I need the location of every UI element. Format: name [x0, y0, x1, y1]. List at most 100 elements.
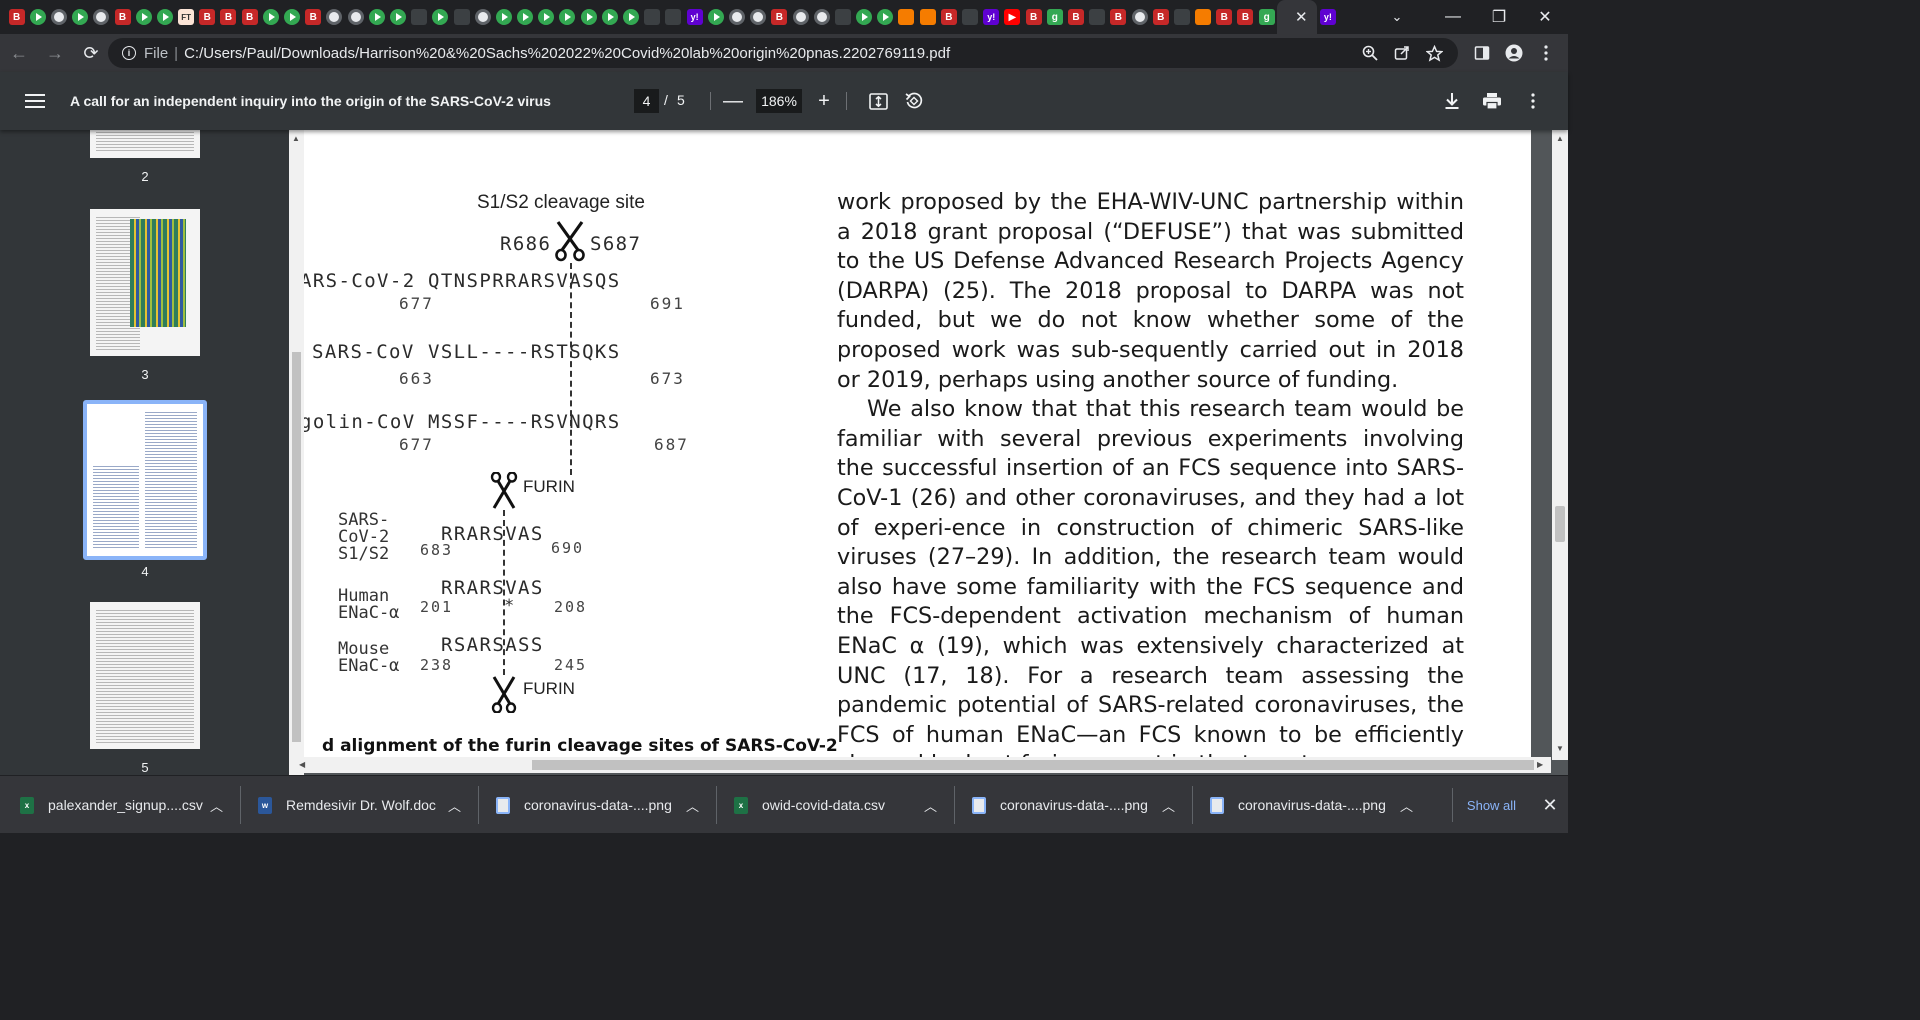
tab-favicon-bi-icon[interactable]: B: [8, 9, 25, 25]
tab-favicon-play-icon[interactable]: [517, 9, 534, 25]
tab-favicon-circ-icon[interactable]: [50, 9, 67, 25]
zoom-in-button[interactable]: +: [809, 86, 839, 116]
tab-favicon-dark-icon[interactable]: [1173, 9, 1190, 25]
fit-to-page-icon[interactable]: [863, 86, 893, 116]
thumbnail-page-3[interactable]: [90, 209, 200, 356]
tab-favicon-circ-icon[interactable]: [792, 9, 809, 25]
tab-favicon-circ-icon[interactable]: [813, 9, 830, 25]
chevron-up-icon[interactable]: ︿: [1162, 796, 1175, 815]
tab-favicon-bi-icon[interactable]: B: [771, 9, 788, 25]
tab-search-button[interactable]: ⌄: [1374, 9, 1420, 25]
tab-favicon-dark-icon[interactable]: [453, 9, 470, 25]
address-bar[interactable]: i File | C:/Users/Paul/Downloads/Harriso…: [108, 38, 1458, 68]
tab-favicon-circ-icon[interactable]: [474, 9, 491, 25]
tab-favicon-dark-icon[interactable]: [962, 9, 979, 25]
page-number-input[interactable]: 4: [634, 89, 659, 113]
download-item[interactable]: w Remdesivir Dr. Wolf.doc: [258, 776, 436, 834]
rotate-icon[interactable]: [899, 86, 929, 116]
active-tab[interactable]: ✕: [1277, 0, 1318, 34]
tab-favicon-play-icon[interactable]: [368, 9, 385, 25]
tab-favicon-bi-icon[interactable]: B: [114, 9, 131, 25]
side-panel-icon[interactable]: [1466, 38, 1498, 68]
tab-favicon-play-icon[interactable]: [495, 9, 512, 25]
tab-favicon-play-icon[interactable]: [580, 9, 597, 25]
share-icon[interactable]: [1386, 38, 1418, 68]
zoom-icon[interactable]: [1354, 38, 1386, 68]
forward-button[interactable]: →: [38, 36, 72, 70]
tab-favicon-circ-icon[interactable]: [1131, 9, 1148, 25]
tab-favicon-yahoo-icon[interactable]: y!: [983, 9, 1000, 25]
tab-favicon-play-icon[interactable]: [623, 9, 640, 25]
tab-favicon-play-icon[interactable]: [432, 9, 449, 25]
menu-icon[interactable]: [25, 90, 45, 112]
tab-favicon-play-icon[interactable]: [135, 9, 152, 25]
tab-favicon-bi-icon[interactable]: B: [1025, 9, 1042, 25]
download-item[interactable]: coronavirus-data-....png: [496, 776, 672, 834]
chevron-up-icon[interactable]: ︿: [210, 796, 223, 815]
browser-menu-icon[interactable]: [1530, 38, 1562, 68]
back-button[interactable]: ←: [2, 36, 36, 70]
profile-icon[interactable]: [1498, 38, 1530, 68]
zoom-level-input[interactable]: 186%: [756, 89, 802, 113]
more-actions-icon[interactable]: [1518, 86, 1548, 116]
inner-vertical-scrollbar[interactable]: ▲ ▼: [289, 130, 304, 775]
tab-favicon-play-icon[interactable]: [156, 9, 173, 25]
restore-button[interactable]: ❐: [1476, 0, 1522, 34]
download-icon[interactable]: [1437, 86, 1467, 116]
chevron-up-icon[interactable]: ︿: [686, 796, 699, 815]
tab-favicon-dark-icon[interactable]: [834, 9, 851, 25]
tab-favicon-dark-icon[interactable]: [644, 9, 661, 25]
bookmark-star-icon[interactable]: [1418, 38, 1450, 68]
reload-button[interactable]: ⟳: [74, 36, 108, 70]
close-downloads-button[interactable]: ✕: [1536, 790, 1564, 820]
tab-favicon-play-icon[interactable]: [262, 9, 279, 25]
close-window-button[interactable]: ✕: [1522, 0, 1568, 34]
download-item[interactable]: coronavirus-data-....png: [972, 776, 1148, 834]
tab-favicon-ft-icon[interactable]: FT: [178, 9, 195, 25]
tab-favicon-bi-icon[interactable]: B: [220, 9, 237, 25]
download-item[interactable]: coronavirus-data-....png: [1210, 776, 1386, 834]
tab-favicon-bi-icon[interactable]: B: [1110, 9, 1127, 25]
print-icon[interactable]: [1477, 86, 1507, 116]
chevron-up-icon[interactable]: ︿: [448, 796, 461, 815]
tab-favicon-bi-icon[interactable]: B: [241, 9, 258, 25]
tab-favicon-orange-icon[interactable]: [898, 9, 915, 25]
thumbnail-page-5[interactable]: [90, 602, 200, 749]
tab-favicon-bi-icon[interactable]: B: [1152, 9, 1169, 25]
tab-favicon-play-icon[interactable]: [707, 9, 724, 25]
tab-favicon-green-icon[interactable]: g: [1046, 9, 1063, 25]
tab-favicon-play-icon[interactable]: [877, 9, 894, 25]
tab-favicon-dark-icon[interactable]: [411, 9, 428, 25]
tab-favicon-circ-icon[interactable]: [326, 9, 343, 25]
info-icon[interactable]: i: [122, 46, 136, 60]
tab-favicon-green-icon[interactable]: g: [1258, 9, 1275, 25]
tab-favicon-play-icon[interactable]: [29, 9, 46, 25]
download-item[interactable]: x owid-covid-data.csv: [734, 776, 885, 834]
tab-favicon-yahoo-icon[interactable]: y!: [686, 9, 703, 25]
tab-favicon-play-icon[interactable]: [389, 9, 406, 25]
tab-favicon-play-icon[interactable]: [559, 9, 576, 25]
tab-favicon-bi-icon[interactable]: B: [940, 9, 957, 25]
tab-favicon-dark-icon[interactable]: [1089, 9, 1106, 25]
tab-favicon-bi-icon[interactable]: B: [1216, 9, 1233, 25]
zoom-out-button[interactable]: —: [718, 86, 748, 116]
tab-favicon-dark-icon[interactable]: [665, 9, 682, 25]
horizontal-scrollbar[interactable]: ◀ ▶: [289, 757, 1551, 773]
tab-favicon-orange-icon[interactable]: [1195, 9, 1212, 25]
minimize-button[interactable]: —: [1430, 0, 1476, 34]
thumbnail-page-4[interactable]: [87, 404, 203, 556]
url-text[interactable]: C:/Users/Paul/Downloads/Harrison%20&%20S…: [184, 45, 950, 62]
tab-favicon-yahoo-icon[interactable]: y!: [1319, 9, 1336, 25]
tab-favicon-play-icon[interactable]: [538, 9, 555, 25]
tab-favicon-bi-icon[interactable]: B: [1237, 9, 1254, 25]
thumbnail-page-2[interactable]: [90, 130, 200, 158]
pdf-viewer[interactable]: ▲ ▼ S1/S2 cleavage site R686 S687 ARS-Co…: [289, 130, 1568, 775]
tab-favicon-play-icon[interactable]: [601, 9, 618, 25]
tab-favicon-circ-icon[interactable]: [347, 9, 364, 25]
show-all-button[interactable]: Show all: [1452, 788, 1530, 822]
close-tab-icon[interactable]: ✕: [1293, 8, 1309, 26]
tab-favicon-yt-icon[interactable]: ▶: [1004, 9, 1021, 25]
tab-favicon-circ-icon[interactable]: [728, 9, 745, 25]
download-item[interactable]: x palexander_signup....csv: [20, 776, 203, 834]
vertical-scrollbar[interactable]: ▲ ▼: [1552, 130, 1568, 760]
